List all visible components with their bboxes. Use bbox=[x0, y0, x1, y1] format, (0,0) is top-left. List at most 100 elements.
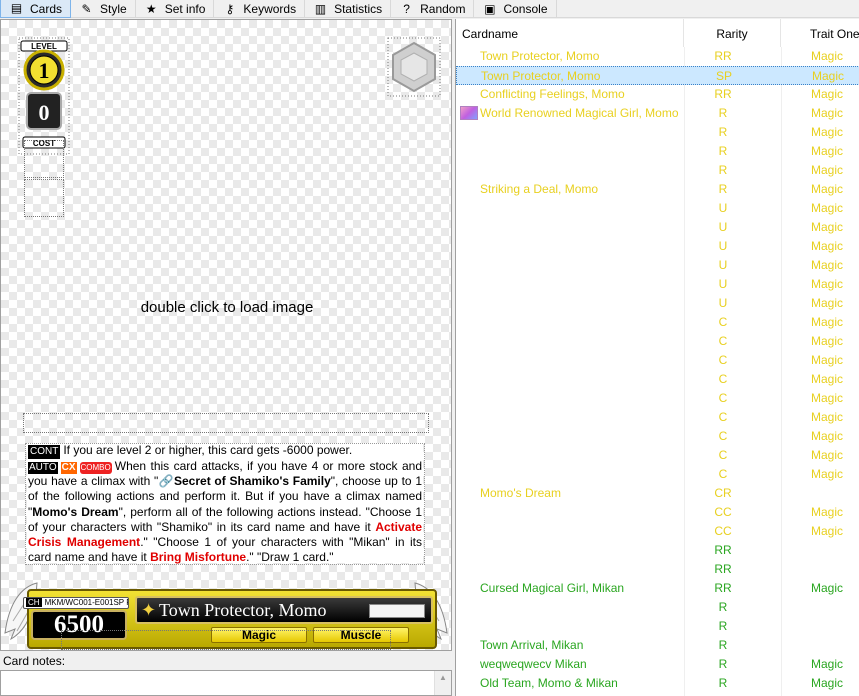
card-list-row[interactable]: Town Protector, Momo SP Magic bbox=[456, 66, 859, 85]
tab-statistics[interactable]: ▥ Statistics bbox=[305, 0, 392, 18]
card-list-row[interactable]: R Magic bbox=[456, 161, 859, 180]
row-trait-one: Magic bbox=[811, 429, 844, 443]
row-rarity: C bbox=[718, 410, 728, 424]
tab-random[interactable]: ? Random bbox=[391, 0, 475, 18]
star-icon: ★ bbox=[145, 1, 157, 16]
row-trait-one: Magic bbox=[811, 258, 844, 272]
card-list-row[interactable]: Town Protector, Momo RR Magic bbox=[456, 47, 859, 66]
card-list-row[interactable]: U Magic bbox=[456, 218, 859, 237]
card-code[interactable]: CH MKM/WC001-E001SP RR bbox=[23, 597, 129, 609]
card-list-row[interactable]: U Magic bbox=[456, 199, 859, 218]
card-thumbnail-icon bbox=[460, 106, 478, 120]
card-list-row[interactable]: CC Magic bbox=[456, 522, 859, 541]
row-trait-one: Magic bbox=[811, 676, 844, 690]
card-list-row[interactable]: Conflicting Feelings, Momo RR Magic bbox=[456, 85, 859, 104]
row-cardname: Town Arrival, Mikan bbox=[480, 638, 584, 652]
card-name[interactable]: Town Protector, Momo bbox=[159, 600, 327, 621]
card-list-row[interactable]: World Renowned Magical Girl, Momo R Magic bbox=[456, 104, 859, 123]
row-rarity: R bbox=[718, 676, 728, 690]
row-rarity: R bbox=[718, 619, 728, 633]
row-trait-one: Magic bbox=[811, 106, 844, 120]
flavor-text-box[interactable] bbox=[23, 413, 429, 433]
row-trait-one: Magic bbox=[811, 524, 844, 538]
console-icon: ▣ bbox=[484, 1, 496, 16]
column-rarity[interactable]: Rarity bbox=[684, 19, 781, 47]
card-list-row[interactable]: R bbox=[456, 598, 859, 617]
card-list-row[interactable]: RR bbox=[456, 560, 859, 579]
card-list-row[interactable]: C Magic bbox=[456, 351, 859, 370]
cost-value: 0 bbox=[39, 100, 50, 125]
row-trait-one: Magic bbox=[812, 69, 845, 83]
row-rarity: U bbox=[718, 220, 728, 234]
row-cardname: weqweqwecv Mikan bbox=[480, 657, 587, 671]
card-list-row[interactable]: C Magic bbox=[456, 465, 859, 484]
card-list-row[interactable]: Momo's Dream CR bbox=[456, 484, 859, 503]
card-list-row[interactable]: C Magic bbox=[456, 427, 859, 446]
row-rarity: C bbox=[718, 315, 728, 329]
column-cardname[interactable]: Cardname bbox=[456, 19, 684, 47]
card-list-header: Cardname Rarity Trait One bbox=[456, 19, 859, 47]
row-trait-one: Magic bbox=[811, 201, 844, 215]
card-notes-field[interactable]: ▲ bbox=[0, 670, 452, 696]
tab-label: Console bbox=[503, 2, 548, 16]
card-list-row[interactable]: R Magic bbox=[456, 142, 859, 161]
tab-label: Set info bbox=[164, 2, 206, 16]
card-list-row[interactable]: Town Arrival, Mikan R bbox=[456, 636, 859, 655]
level-cost-badge: LEVEL 1 0 COST bbox=[18, 37, 70, 155]
row-rarity: RR bbox=[714, 49, 732, 63]
row-rarity: CR bbox=[714, 486, 732, 500]
card-list-row[interactable]: Striking a Deal, Momo R Magic bbox=[456, 180, 859, 199]
card-name-bar[interactable]: ✦ Town Protector, Momo bbox=[135, 596, 433, 624]
card-list-row[interactable]: C Magic bbox=[456, 408, 859, 427]
row-trait-one: Magic bbox=[811, 220, 844, 234]
row-trait-one: Magic bbox=[811, 505, 844, 519]
card-list-row[interactable]: U Magic bbox=[456, 275, 859, 294]
tab-label: Cards bbox=[30, 1, 63, 16]
card-editor-panel[interactable]: LEVEL 1 0 COST double click to load imag… bbox=[0, 19, 452, 651]
card-list-row[interactable]: C Magic bbox=[456, 446, 859, 465]
sparkle-icon: ✦ bbox=[141, 600, 157, 620]
trigger-slot-2[interactable] bbox=[24, 179, 64, 217]
row-trait-one: Magic bbox=[811, 334, 844, 348]
load-image-hint: double click to load image bbox=[140, 299, 314, 316]
tab-style[interactable]: ✎ Style bbox=[71, 0, 136, 18]
row-trait-one: Magic bbox=[811, 163, 844, 177]
row-trait-one: Magic bbox=[811, 410, 844, 424]
row-rarity: RR bbox=[714, 581, 732, 595]
row-cardname: Momo's Dream bbox=[480, 486, 561, 500]
card-list-row[interactable]: weqweqwecv Mikan R Magic bbox=[456, 655, 859, 674]
card-list-row[interactable]: C Magic bbox=[456, 332, 859, 351]
tab-label: Keywords bbox=[243, 2, 297, 16]
card-list-row[interactable]: Cursed Magical Girl, Mikan RR Magic bbox=[456, 579, 859, 598]
row-rarity: U bbox=[718, 296, 728, 310]
column-trait-one[interactable]: Trait One bbox=[804, 19, 859, 47]
card-list-row[interactable]: U Magic bbox=[456, 256, 859, 275]
card-list-row[interactable]: C Magic bbox=[456, 370, 859, 389]
card-list-row[interactable]: RR bbox=[456, 541, 859, 560]
row-rarity: RR bbox=[714, 562, 732, 576]
dice-icon: ? bbox=[403, 1, 410, 16]
row-trait-one: Magic bbox=[811, 353, 844, 367]
card-list-row[interactable]: Old Team, Momo & Mikan R Magic bbox=[456, 674, 859, 693]
card-list-row[interactable]: R Magic bbox=[456, 123, 859, 142]
card-list[interactable]: Town Protector, Momo RR Magic Town Protecto… bbox=[455, 19, 859, 696]
card-list-row[interactable]: R bbox=[456, 617, 859, 636]
row-rarity: C bbox=[718, 353, 728, 367]
tab-keywords[interactable]: ⚷ Keywords bbox=[214, 0, 306, 18]
tab-set-info[interactable]: ★ Set info bbox=[136, 0, 215, 18]
card-list-row[interactable]: U Magic bbox=[456, 237, 859, 256]
card-list-row[interactable]: C Magic bbox=[456, 389, 859, 408]
card-list-row[interactable]: U Magic bbox=[456, 294, 859, 313]
tab-cards[interactable]: ▤ Cards bbox=[0, 0, 72, 18]
soul-hex-icon[interactable] bbox=[387, 37, 441, 97]
card-list-row[interactable]: CC Magic bbox=[456, 503, 859, 522]
notes-scrollbar[interactable]: ▲ bbox=[434, 671, 451, 695]
cards-icon: ▤ bbox=[10, 1, 23, 15]
row-cardname: Conflicting Feelings, Momo bbox=[480, 87, 625, 101]
row-trait-one: Magic bbox=[811, 277, 844, 291]
illustrator-box[interactable] bbox=[61, 630, 391, 650]
card-list-row[interactable]: C Magic bbox=[456, 313, 859, 332]
tab-console[interactable]: ▣ Console bbox=[474, 0, 557, 18]
row-rarity: C bbox=[718, 448, 728, 462]
trigger-slot-1[interactable] bbox=[24, 140, 64, 178]
